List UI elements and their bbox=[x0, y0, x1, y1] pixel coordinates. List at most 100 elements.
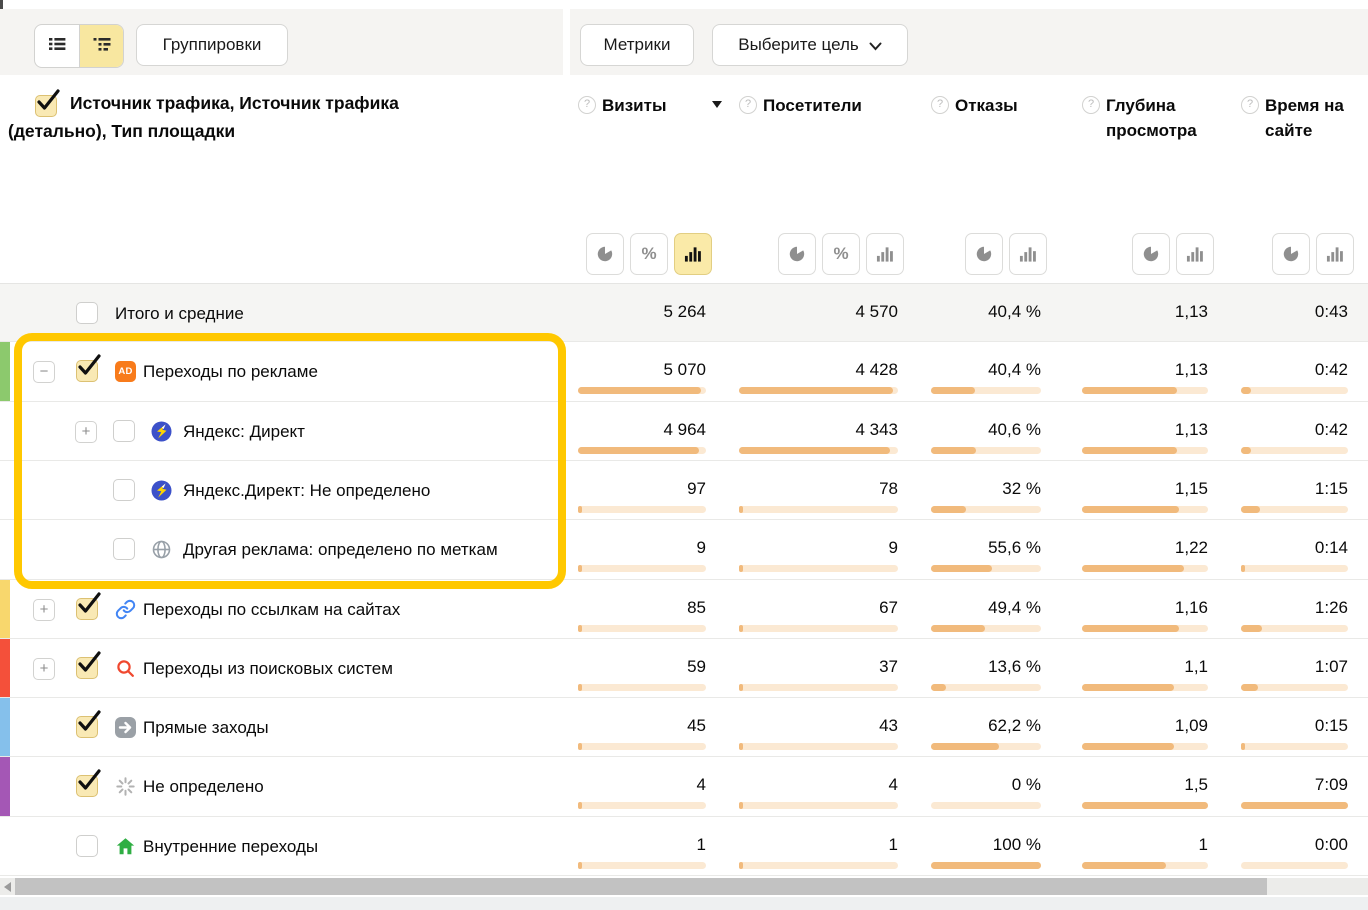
tree-view-button[interactable] bbox=[79, 25, 123, 67]
help-icon[interactable]: ? bbox=[1082, 96, 1100, 114]
top-edge-tick bbox=[0, 0, 3, 9]
cell-depth: 1,13 bbox=[1082, 302, 1208, 322]
cell-bar-fill bbox=[1241, 802, 1348, 809]
row-checkbox[interactable] bbox=[76, 360, 98, 382]
row-checkbox[interactable] bbox=[76, 657, 98, 679]
column-label[interactable]: Время на сайте bbox=[1265, 93, 1350, 143]
pie-chart-toggle-bounce[interactable] bbox=[965, 233, 1003, 275]
tree-view-icon bbox=[92, 34, 112, 59]
cell-bar-track bbox=[739, 387, 898, 394]
help-icon[interactable]: ? bbox=[578, 96, 596, 114]
chart-toggle-group-time bbox=[1272, 233, 1354, 275]
cell-time: 0:15 bbox=[1241, 716, 1348, 736]
percent-icon: % bbox=[641, 244, 656, 264]
cell-bar-fill bbox=[1082, 565, 1184, 572]
cell-bar-fill bbox=[1082, 684, 1174, 691]
bar-chart-icon bbox=[1186, 245, 1204, 263]
cell-depth: 1,22 bbox=[1082, 538, 1208, 558]
percent-chart-toggle-visitors[interactable]: % bbox=[822, 233, 860, 275]
view-toggle bbox=[34, 24, 124, 68]
column-header-time: ? Время на сайте bbox=[1241, 93, 1364, 143]
cell-depth: 1,13 bbox=[1082, 420, 1208, 440]
row-checkbox[interactable] bbox=[113, 479, 135, 501]
row-label: Внутренние переходы bbox=[143, 837, 318, 857]
cell-bar-track bbox=[1082, 743, 1208, 750]
cell-bar-track bbox=[1082, 862, 1208, 869]
collapse-button[interactable]: − bbox=[33, 361, 55, 383]
cell-depth: 1,1 bbox=[1082, 657, 1208, 677]
pie-chart-toggle-time[interactable] bbox=[1272, 233, 1310, 275]
toolbar-right: Метрики Выберите цель bbox=[570, 9, 1368, 75]
metrics-button[interactable]: Метрики bbox=[580, 24, 694, 66]
bars-chart-toggle-visits[interactable] bbox=[674, 233, 712, 275]
cell-bounce: 0 % bbox=[931, 775, 1041, 795]
cell-bar-fill bbox=[1082, 802, 1208, 809]
expand-button[interactable]: + bbox=[75, 421, 97, 443]
row-color-strip bbox=[0, 757, 10, 816]
cell-bar-track bbox=[1082, 387, 1208, 394]
table-row: Внутренние переходы11100 %10:00 bbox=[0, 817, 1368, 876]
percent-chart-toggle-visits[interactable]: % bbox=[630, 233, 668, 275]
column-label[interactable]: Визиты bbox=[602, 93, 703, 118]
row-label: Другая реклама: определено по меткам bbox=[183, 540, 498, 560]
cell-bar-track bbox=[739, 684, 898, 691]
dimension-title: Источник трафика, Источник трафика (дета… bbox=[8, 90, 454, 145]
home-icon bbox=[115, 836, 136, 857]
row-checkbox[interactable] bbox=[76, 716, 98, 738]
cell-bar-fill bbox=[739, 506, 743, 513]
cell-time: 1:07 bbox=[1241, 657, 1348, 677]
row-label: Яндекс: Директ bbox=[183, 422, 305, 442]
scroll-left-arrow-icon[interactable] bbox=[4, 882, 11, 892]
cell-bar-fill bbox=[578, 565, 582, 572]
bars-chart-toggle-bounce[interactable] bbox=[1009, 233, 1047, 275]
list-view-button[interactable] bbox=[35, 25, 79, 67]
cell-bar-track bbox=[578, 802, 706, 809]
pie-chart-icon bbox=[975, 245, 993, 263]
cell-visits: 1 bbox=[578, 835, 706, 855]
pie-chart-toggle-visits[interactable] bbox=[586, 233, 624, 275]
row-checkbox[interactable] bbox=[76, 302, 98, 324]
expand-button[interactable]: + bbox=[33, 658, 55, 680]
bars-chart-toggle-time[interactable] bbox=[1316, 233, 1354, 275]
cell-bar-track bbox=[1241, 684, 1348, 691]
help-icon[interactable]: ? bbox=[931, 96, 949, 114]
row-checkbox[interactable] bbox=[76, 835, 98, 857]
goal-select-button[interactable]: Выберите цель bbox=[712, 24, 908, 66]
cell-bar-fill bbox=[1082, 625, 1179, 632]
groupings-button[interactable]: Группировки bbox=[136, 24, 288, 66]
cell-bar-fill bbox=[578, 862, 582, 869]
cell-time: 0:00 bbox=[1241, 835, 1348, 855]
help-icon[interactable]: ? bbox=[739, 96, 757, 114]
cell-bar-track bbox=[578, 743, 706, 750]
cell-visits: 5 070 bbox=[578, 360, 706, 380]
bottom-page-strip bbox=[0, 897, 1368, 910]
expand-button[interactable]: + bbox=[33, 599, 55, 621]
horizontal-scrollbar[interactable] bbox=[0, 878, 1368, 895]
bars-chart-toggle-visitors[interactable] bbox=[866, 233, 904, 275]
row-checkbox[interactable] bbox=[76, 775, 98, 797]
yandex-direct-icon bbox=[151, 480, 172, 501]
cell-bar-fill bbox=[739, 743, 743, 750]
scrollbar-thumb[interactable] bbox=[15, 878, 1267, 895]
cell-bar-fill bbox=[1241, 565, 1245, 572]
cell-bar-track bbox=[931, 684, 1041, 691]
pie-chart-toggle-depth[interactable] bbox=[1132, 233, 1170, 275]
row-checkbox[interactable] bbox=[76, 598, 98, 620]
cell-bar-fill bbox=[1241, 387, 1251, 394]
cell-bar-track bbox=[739, 565, 898, 572]
row-label: Яндекс.Директ: Не определено bbox=[183, 481, 430, 501]
column-label[interactable]: Отказы bbox=[955, 93, 1043, 118]
column-label[interactable]: Глубина просмотра bbox=[1106, 93, 1210, 143]
cell-bar-track bbox=[578, 684, 706, 691]
bars-chart-toggle-depth[interactable] bbox=[1176, 233, 1214, 275]
column-label[interactable]: Посетители bbox=[763, 93, 900, 118]
cell-bar-fill bbox=[1082, 862, 1166, 869]
cell-bar-fill bbox=[931, 565, 992, 572]
row-checkbox[interactable] bbox=[113, 538, 135, 560]
pie-chart-toggle-visitors[interactable] bbox=[778, 233, 816, 275]
row-checkbox[interactable] bbox=[113, 420, 135, 442]
table-row: −ADПереходы по рекламе5 0704 42840,4 %1,… bbox=[0, 342, 1368, 402]
row-color-strip bbox=[0, 580, 10, 638]
chart-toggle-group-visits: % bbox=[586, 233, 712, 275]
help-icon[interactable]: ? bbox=[1241, 96, 1259, 114]
